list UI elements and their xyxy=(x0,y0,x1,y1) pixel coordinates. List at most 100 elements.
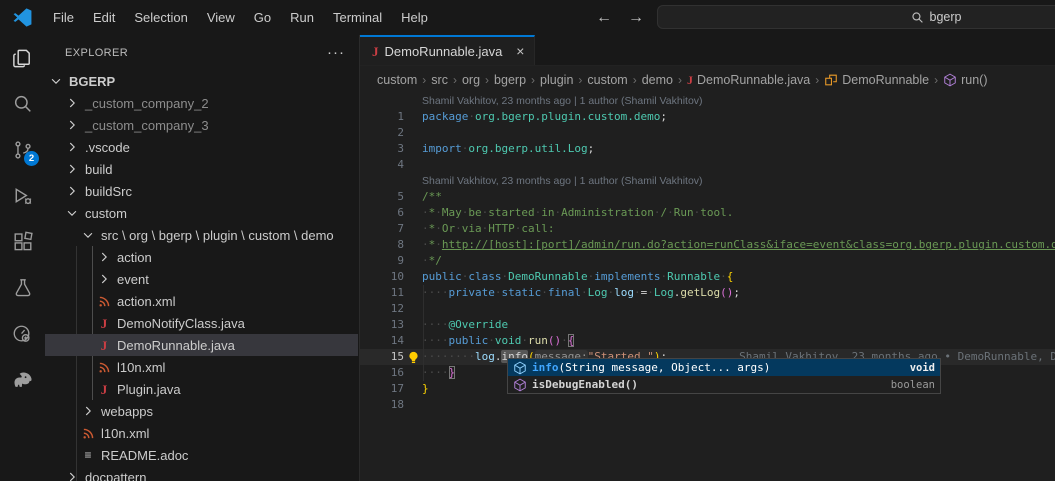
tree-item-label: event xyxy=(117,272,149,287)
tab-label: DemoRunnable.java xyxy=(385,44,503,59)
nav-forward-button[interactable]: → xyxy=(628,9,644,27)
code-line-5[interactable]: 5/** xyxy=(360,189,1055,205)
code-line-6[interactable]: 6·*·May·be·started·in·Administration·/·R… xyxy=(360,205,1055,221)
tree-item-label: _custom_company_3 xyxy=(85,118,209,133)
breadcrumb-item-plugin[interactable]: plugin xyxy=(540,73,573,87)
activity-bar-item-source-control[interactable]: 2 xyxy=(0,127,45,173)
activity-bar-item-gradle[interactable] xyxy=(0,357,45,403)
menu-item-view[interactable]: View xyxy=(198,6,244,29)
code-line-7[interactable]: 7·*·Or·via·HTTP·call: xyxy=(360,221,1055,237)
tree-item-label: custom xyxy=(85,206,127,221)
menu-item-go[interactable]: Go xyxy=(245,6,280,29)
sidebar-item-l10n-xml[interactable]: l10n.xml xyxy=(45,356,358,378)
testing-icon xyxy=(12,277,34,299)
sidebar-item-custom[interactable]: custom xyxy=(45,202,358,224)
menu-bar: FileEditSelectionViewGoRunTerminalHelp xyxy=(44,6,437,29)
sidebar-item-webapps[interactable]: webapps xyxy=(45,400,358,422)
sidebar-item-src-org-bgerp-plugin-custom-demo[interactable]: src \ org \ bgerp \ plugin \ custom \ de… xyxy=(45,224,358,246)
menu-item-edit[interactable]: Edit xyxy=(84,6,124,29)
code-line-4[interactable]: 4 xyxy=(360,157,1055,173)
java-file-icon: J xyxy=(96,315,112,331)
code-line-1[interactable]: 1package·org.bgerp.plugin.custom.demo; xyxy=(360,109,1055,125)
sidebar-item-l10n-xml[interactable]: l10n.xml xyxy=(45,422,358,444)
sidebar-item-custom-company-2[interactable]: _custom_company_2 xyxy=(45,92,358,114)
explorer-more-actions-icon[interactable]: ··· xyxy=(327,44,345,61)
breadcrumb-item-custom[interactable]: custom xyxy=(587,73,627,87)
code-line-12[interactable]: 12 xyxy=(360,301,1055,317)
suggest-row-isdebugenabled[interactable]: isDebugEnabled()boolean xyxy=(508,376,940,393)
vscode-logo-icon xyxy=(13,8,32,27)
line-number-14: 14 xyxy=(360,333,404,349)
code-line-8[interactable]: 8·*·http://[host]:[port]/admin/run.do?ac… xyxy=(360,237,1055,253)
code-line-11[interactable]: 11····private·static·final·Log·log·=·Log… xyxy=(360,285,1055,301)
code-line-9[interactable]: 9·*/ xyxy=(360,253,1055,269)
sidebar-item-event[interactable]: event xyxy=(45,268,358,290)
menu-item-run[interactable]: Run xyxy=(281,6,323,29)
sidebar-item-demonotifyclass-java[interactable]: JDemoNotifyClass.java xyxy=(45,312,358,334)
sidebar-item-plugin-java[interactable]: JPlugin.java xyxy=(45,378,358,400)
code-line-content: package·org.bgerp.plugin.custom.demo; xyxy=(422,109,1055,125)
breadcrumb-separator-icon: › xyxy=(453,73,457,87)
line-number-10: 10 xyxy=(360,269,404,285)
sidebar-item-buildsrc[interactable]: buildSrc xyxy=(45,180,358,202)
line-number-6: 6 xyxy=(360,205,404,221)
xml-file-icon xyxy=(80,425,96,441)
run-and-debug-icon xyxy=(11,185,34,208)
code-line-content: ·*·http://[host]:[port]/admin/run.do?act… xyxy=(422,237,1055,253)
activity-bar-item-search[interactable] xyxy=(0,81,45,127)
code-line-13[interactable]: 13····@Override xyxy=(360,317,1055,333)
chevron-right-icon xyxy=(64,95,80,111)
editor-indent-guide xyxy=(423,285,424,381)
activity-bar-item-tool-circle[interactable] xyxy=(0,311,45,357)
chevron-right-icon xyxy=(80,403,96,419)
sidebar-item-bgerp[interactable]: BGERP xyxy=(45,70,358,92)
suggest-return-type: boolean xyxy=(891,379,935,391)
breadcrumb-item-org[interactable]: org xyxy=(462,73,480,87)
activity-bar-item-extensions[interactable] xyxy=(0,219,45,265)
breadcrumb-separator-icon: › xyxy=(531,73,535,87)
sidebar-item-vscode[interactable]: .vscode xyxy=(45,136,358,158)
tab-demorunnable-java[interactable]: J DemoRunnable.java × xyxy=(360,35,535,65)
breadcrumb-item-src[interactable]: src xyxy=(431,73,448,87)
breadcrumb-item-custom[interactable]: custom xyxy=(377,73,417,87)
command-center-search[interactable]: bgerp xyxy=(657,5,1055,29)
breadcrumb-label: demo xyxy=(642,73,673,87)
sidebar-item-action[interactable]: action xyxy=(45,246,358,268)
activity-bar-item-explorer[interactable] xyxy=(0,35,45,81)
breadcrumb-item-bgerp[interactable]: bgerp xyxy=(494,73,526,87)
lightbulb-icon[interactable] xyxy=(404,351,422,364)
breadcrumb-item-demorunnable[interactable]: DemoRunnable xyxy=(824,73,929,87)
sidebar-item-docpattern[interactable]: docpattern xyxy=(45,466,358,481)
breadcrumb-label: custom xyxy=(587,73,627,87)
activity-bar-item-run-and-debug[interactable] xyxy=(0,173,45,219)
chevron-right-icon xyxy=(96,249,112,265)
menu-item-file[interactable]: File xyxy=(44,6,83,29)
breadcrumb-item-demorunnable-java[interactable]: JDemoRunnable.java xyxy=(687,73,810,87)
tree-item-label: action xyxy=(117,250,152,265)
close-icon[interactable]: × xyxy=(516,44,524,58)
nav-back-button[interactable]: ← xyxy=(596,9,612,27)
suggest-row-info-string-message-object-args[interactable]: info(String message, Object... args)void xyxy=(508,359,940,376)
menu-item-terminal[interactable]: Terminal xyxy=(324,6,391,29)
menu-item-selection[interactable]: Selection xyxy=(125,6,196,29)
sidebar-item-action-xml[interactable]: action.xml xyxy=(45,290,358,312)
code-line-18[interactable]: 18 xyxy=(360,397,1055,413)
activity-bar-item-testing[interactable] xyxy=(0,265,45,311)
menu-item-help[interactable]: Help xyxy=(392,6,437,29)
sidebar-item-build[interactable]: build xyxy=(45,158,358,180)
breadcrumb-separator-icon: › xyxy=(815,73,819,87)
line-number-5: 5 xyxy=(360,189,404,205)
code-line-10[interactable]: 10public·class·DemoRunnable·implements·R… xyxy=(360,269,1055,285)
sidebar-item-readme-adoc[interactable]: ≡README.adoc xyxy=(45,444,358,466)
code-line-2[interactable]: 2 xyxy=(360,125,1055,141)
sidebar-item-custom-company-3[interactable]: _custom_company_3 xyxy=(45,114,358,136)
extensions-icon xyxy=(12,231,34,253)
sidebar-item-demorunnable-java[interactable]: JDemoRunnable.java xyxy=(45,334,358,356)
code-editor[interactable]: Shamil Vakhitov, 23 months ago | 1 autho… xyxy=(360,93,1055,481)
java-file-icon: J xyxy=(96,381,112,397)
line-number-2: 2 xyxy=(360,125,404,141)
breadcrumb-item-demo[interactable]: demo xyxy=(642,73,673,87)
code-line-3[interactable]: 3import·org.bgerp.util.Log; xyxy=(360,141,1055,157)
code-line-14[interactable]: 14····public·void·run()·{ xyxy=(360,333,1055,349)
breadcrumb-item-run[interactable]: run() xyxy=(943,73,987,87)
